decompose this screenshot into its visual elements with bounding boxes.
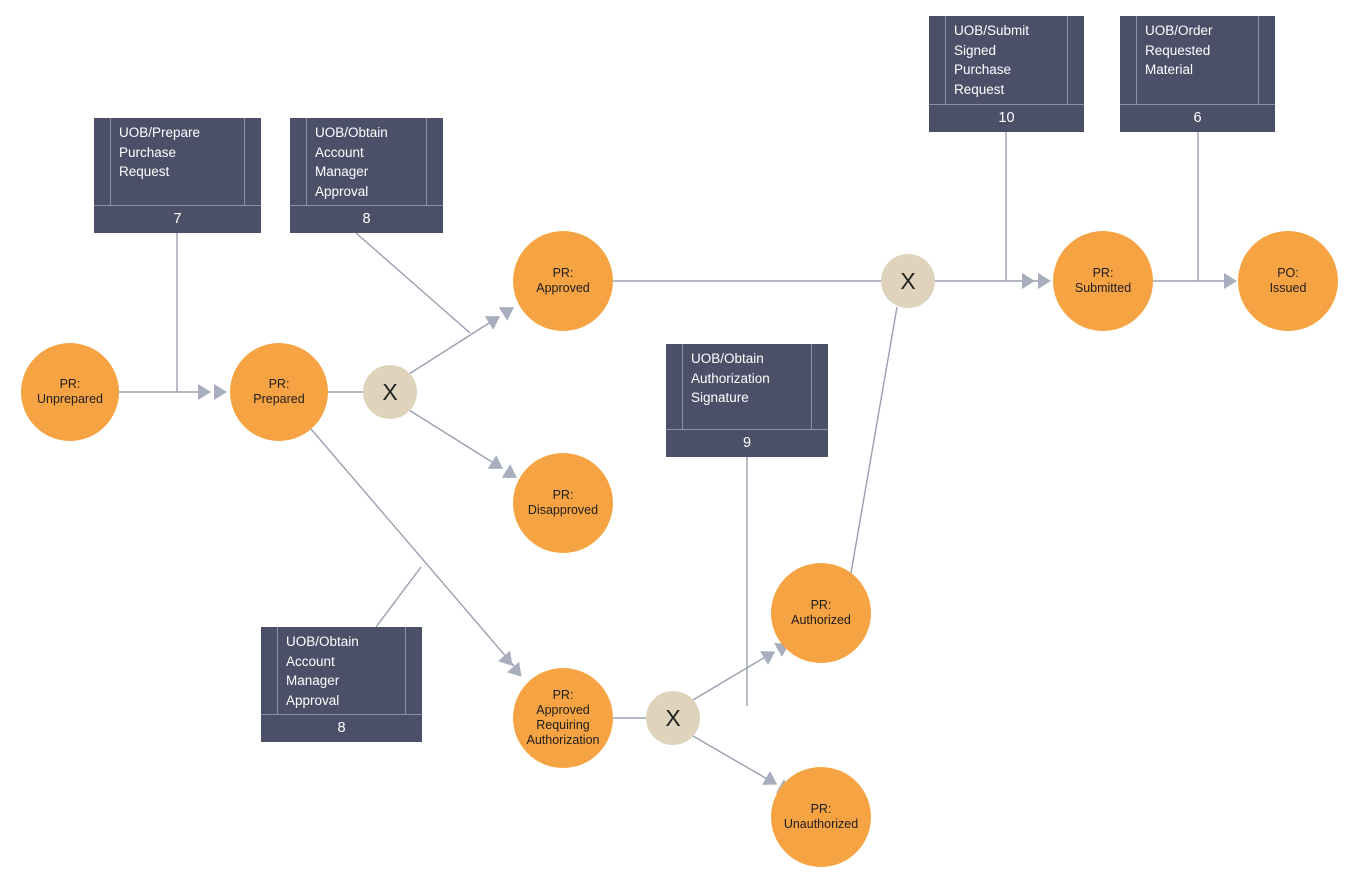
task-body: UOB/Obtain Account Manager Approval (306, 118, 427, 205)
state-label: PR: Submitted (1074, 266, 1132, 295)
task-body: UOB/Obtain Authorization Signature (682, 344, 812, 429)
task-body: UOB/Obtain Account Manager Approval (277, 627, 406, 714)
state-pr-submitted[interactable]: PR: Submitted (1053, 231, 1153, 331)
edge-gateway2-to-unauthorized (692, 735, 775, 784)
task-box-obtain-account-manager-approval-top[interactable]: UOB/Obtain Account Manager Approval 8 (290, 118, 443, 233)
state-label: PR: Authorized (791, 598, 851, 627)
task-body: UOB/Order Requested Material (1136, 16, 1259, 104)
gateway-before-submit[interactable]: X (881, 254, 935, 308)
task-footer: 7 (94, 205, 261, 233)
state-label: PO: Issued (1269, 266, 1307, 295)
task-footer: 6 (1120, 104, 1275, 132)
state-pr-disapproved[interactable]: PR: Disapproved (513, 453, 613, 553)
state-pr-unauthorized[interactable]: PR: Unauthorized (771, 767, 871, 867)
task-count: 8 (337, 720, 346, 737)
state-pr-authorized[interactable]: PR: Authorized (771, 563, 871, 663)
task-count: 7 (173, 211, 182, 228)
link-task8top-to-flow (355, 232, 471, 334)
edge-gateway1-to-disapproved (408, 409, 501, 468)
task-title: UOB/Submit Signed Purchase Request (954, 23, 1030, 97)
task-title: UOB/Obtain Account Manager Approval (286, 634, 359, 708)
task-box-submit-signed-purchase-request[interactable]: UOB/Submit Signed Purchase Request 10 (929, 16, 1084, 132)
gateway-label: X (900, 267, 916, 294)
task-box-order-requested-material[interactable]: UOB/Order Requested Material 6 (1120, 16, 1275, 132)
task-title: UOB/Obtain Account Manager Approval (315, 125, 388, 199)
gateway-after-approval[interactable]: X (646, 691, 700, 745)
task-count: 10 (998, 110, 1015, 127)
task-footer: 10 (929, 104, 1084, 132)
task-footer: 8 (261, 714, 422, 742)
state-pr-approved[interactable]: PR: Approved (513, 231, 613, 331)
state-label: PR: Unprepared (36, 377, 103, 406)
link-task8bottom-to-flow (375, 566, 422, 628)
task-box-obtain-account-manager-approval-bottom[interactable]: UOB/Obtain Account Manager Approval 8 (261, 627, 422, 742)
gateway-after-prepared[interactable]: X (363, 365, 417, 419)
state-label: PR: Unauthorized (783, 802, 859, 831)
task-box-obtain-authorization-signature[interactable]: UOB/Obtain Authorization Signature 9 (666, 344, 828, 457)
task-title: UOB/Prepare Purchase Request (119, 125, 201, 179)
task-footer: 8 (290, 205, 443, 233)
state-po-issued[interactable]: PO: Issued (1238, 231, 1338, 331)
task-title: UOB/Obtain Authorization Signature (691, 351, 770, 405)
task-title: UOB/Order Requested Material (1145, 23, 1213, 77)
gateway-label: X (665, 704, 681, 731)
task-count: 8 (362, 211, 371, 228)
edge-authorized-to-gateway3 (850, 306, 898, 574)
task-body: UOB/Submit Signed Purchase Request (945, 16, 1068, 104)
state-label: PR: Approved (536, 266, 590, 295)
task-footer: 9 (666, 429, 828, 457)
state-label: PR: Prepared (253, 377, 305, 406)
task-box-prepare-purchase-request[interactable]: UOB/Prepare Purchase Request 7 (94, 118, 261, 233)
edge-gateway1-to-approved (408, 317, 498, 375)
state-label: PR: Disapproved (527, 488, 599, 517)
task-count: 9 (742, 435, 752, 452)
diagram-canvas: UOB/Prepare Purchase Request 7 UOB/Obtai… (0, 0, 1361, 888)
edge-gateway2-to-authorized (692, 652, 773, 701)
state-pr-approved-requiring-authorization[interactable]: PR: Approved Requiring Authorization (513, 668, 613, 768)
gateway-label: X (382, 378, 398, 405)
state-label: PR: Approved Requiring Authorization (526, 688, 600, 747)
task-body: UOB/Prepare Purchase Request (110, 118, 245, 205)
state-pr-prepared[interactable]: PR: Prepared (230, 343, 328, 441)
task-count: 6 (1193, 110, 1202, 127)
state-pr-unprepared[interactable]: PR: Unprepared (21, 343, 119, 441)
